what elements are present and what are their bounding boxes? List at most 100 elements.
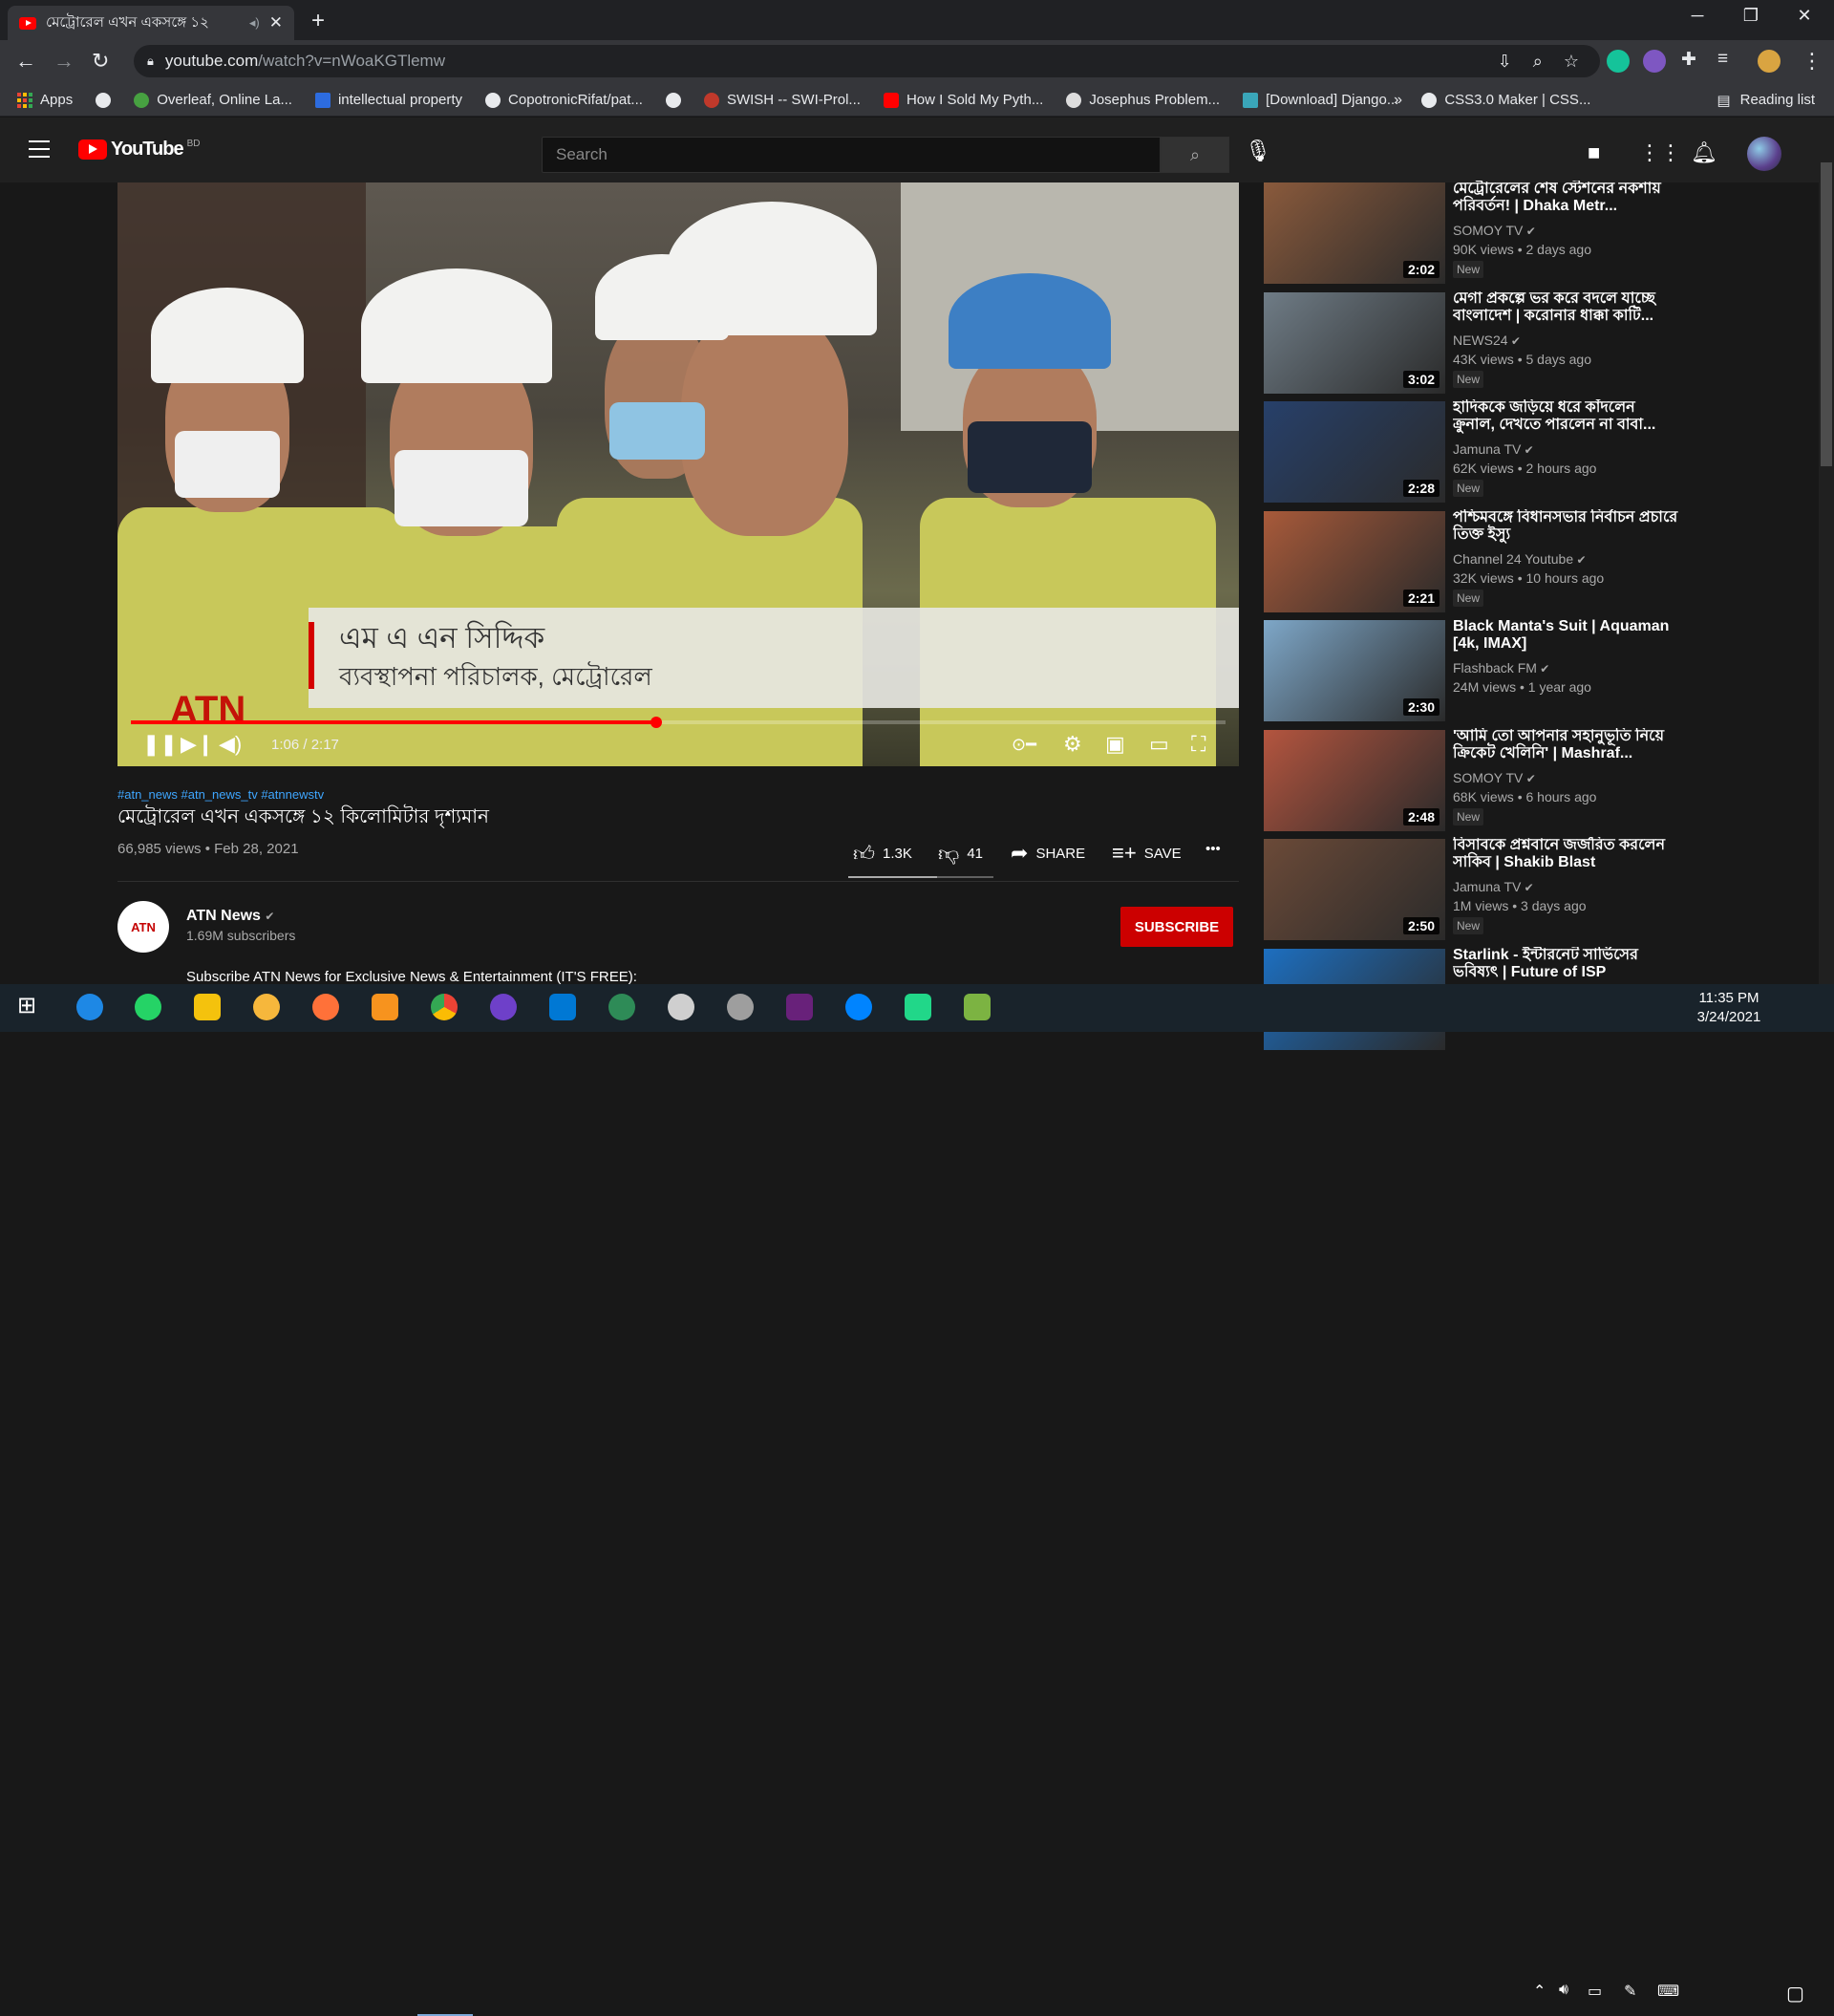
video-thumbnail[interactable]: 2:50 (1264, 839, 1445, 940)
microphone-icon[interactable]: 🎙︎ (1245, 139, 1271, 163)
reading-list-button[interactable]: ▤ Reading list (1717, 92, 1815, 109)
related-video-title[interactable]: পশ্চিমবঙ্গে বিধানসভার নির্বাচন প্রচারে ত… (1453, 509, 1678, 544)
pycharm-icon[interactable] (905, 994, 931, 1020)
related-video-item[interactable]: 2:02 মেট্রোরেলের শেষ স্টেশনের নকশায় পরিব… (1264, 181, 1684, 284)
network-tray-icon[interactable]: ▭ (1588, 1982, 1602, 2001)
app-icon[interactable] (253, 994, 280, 1020)
related-video-title[interactable]: Black Manta's Suit | Aquaman [4k, IMAX] (1453, 618, 1678, 653)
video-thumbnail[interactable]: 3:02 (1264, 291, 1445, 394)
app-icon[interactable] (668, 994, 694, 1020)
related-video-title[interactable]: হাদিককে জড়িয়ে ধরে কাঁদলেন ক্রুনাল, দেখ… (1453, 399, 1678, 434)
bookmark-globe[interactable] (96, 92, 112, 108)
messenger-icon[interactable] (845, 994, 872, 1020)
bookmarks-more-button[interactable]: » (1394, 92, 1402, 109)
related-video-channel[interactable]: Channel 24 Youtube ✔ (1453, 551, 1587, 567)
account-avatar[interactable] (1747, 137, 1781, 171)
bookmark-apps[interactable]: Apps (17, 92, 73, 108)
extension-icon[interactable] (1643, 50, 1666, 73)
media-control-icon[interactable]: ≡ (1717, 49, 1728, 70)
page-scrollbar-thumb[interactable] (1821, 162, 1832, 466)
autoplay-toggle[interactable]: ⊙━ (1012, 735, 1036, 755)
tab-audio-icon[interactable]: ◂) (249, 15, 260, 31)
apps-icon[interactable]: ⋮⋮ (1639, 140, 1681, 165)
video-player[interactable]: এম এ এন সিদ্দিক ব্যবস্থাপনা পরিচালক, মেট… (117, 182, 1239, 766)
bookmark-josephus[interactable]: Josephus Problem... (1066, 92, 1220, 108)
new-tab-button[interactable]: + (311, 8, 325, 34)
maximize-button[interactable]: ❐ (1729, 6, 1773, 26)
star-icon[interactable]: ☆ (1564, 52, 1579, 72)
theater-mode-icon[interactable]: ▭ (1149, 732, 1169, 757)
youtube-logo[interactable]: YouTube BD (78, 139, 200, 161)
grammarly-extension-icon[interactable] (1607, 50, 1630, 73)
github-desktop-icon[interactable] (490, 994, 517, 1020)
zoom-icon[interactable]: ⌕ (1533, 52, 1543, 72)
system-clock[interactable]: 11:35 PM 3/24/2021 (1691, 989, 1767, 1027)
video-thumbnail[interactable]: 2:21 (1264, 510, 1445, 612)
app-icon[interactable] (964, 994, 991, 1020)
extensions-puzzle-icon[interactable]: ✚ (1681, 49, 1696, 71)
url-field[interactable]: 🔒︎ youtube.com/watch?v=nWoaKGTlemw ⇩ ⌕ ☆ (134, 45, 1600, 77)
bookmark-globe-2[interactable] (665, 92, 681, 108)
next-icon[interactable]: ▶❙ (181, 732, 214, 757)
pause-icon[interactable]: ❚❚ (142, 732, 178, 757)
volume-icon[interactable]: ◀) (219, 732, 242, 757)
related-video-item[interactable]: 2:50 বিসাবকে প্রশ্নবানে জর্জরিত করলেন সাক… (1264, 837, 1684, 940)
chrome-icon[interactable] (431, 994, 458, 1020)
like-button[interactable]: 👍︎ 1.3K (853, 841, 912, 867)
hashtags[interactable]: #atn_news #atn_news_tv #atnnewstv (117, 787, 324, 802)
related-video-title[interactable]: 'আমি তো আপনার সহানুভূতি নিয়ে ক্রিকেট খে… (1453, 728, 1678, 762)
create-video-icon[interactable]: ■ (1588, 140, 1600, 165)
more-actions-button[interactable]: ••• (1205, 841, 1221, 857)
tray-chevron-icon[interactable]: ⌃ (1533, 1982, 1546, 2001)
file-explorer-icon[interactable] (194, 994, 221, 1020)
close-window-button[interactable]: ✕ (1782, 6, 1826, 26)
related-video-title[interactable]: Starlink - ইন্টারনেট সার্ভিসের ভবিষ্যৎ |… (1453, 947, 1678, 981)
bookmark-django[interactable]: [Download] Django... (1243, 92, 1398, 108)
related-video-channel[interactable]: Jamuna TV ✔ (1453, 441, 1534, 457)
fullscreen-icon[interactable]: ⛶ (1191, 732, 1205, 757)
reload-icon[interactable]: ↻ (92, 49, 109, 74)
search-button[interactable]: ⌕ (1161, 137, 1229, 173)
related-video-channel[interactable]: SOMOY TV ✔ (1453, 223, 1536, 238)
install-icon[interactable]: ⇩ (1498, 52, 1512, 72)
tab-close-icon[interactable]: ✕ (269, 13, 283, 32)
windows-start-icon[interactable]: ⊞ (17, 992, 44, 1019)
video-thumbnail[interactable]: 2:48 (1264, 729, 1445, 831)
search-input[interactable]: Search (542, 137, 1161, 173)
related-video-item[interactable]: 3:02 মেগা প্রকল্পে ভর করে বদলে যাচ্ছে বাং… (1264, 290, 1684, 394)
video-thumbnail[interactable]: 2:02 (1264, 182, 1445, 284)
browser-tab[interactable]: মেট্রোরেল এখন একসঙ্গে ১২ ◂) ✕ (8, 6, 294, 40)
menu-icon[interactable]: ⋮ (1802, 49, 1823, 74)
whatsapp-icon[interactable] (135, 994, 161, 1020)
notifications-bell-icon[interactable]: 🔔︎ (1691, 140, 1717, 165)
share-button[interactable]: ➦ SHARE (1011, 841, 1085, 866)
app-icon[interactable] (727, 994, 754, 1020)
bookmark-intellectual-property[interactable]: intellectual property (314, 92, 462, 108)
forward-icon[interactable]: → (53, 49, 75, 74)
app-icon[interactable] (372, 994, 398, 1020)
pen-tray-icon[interactable]: ✎ (1624, 1982, 1636, 2001)
miniplayer-icon[interactable]: ▣ (1105, 732, 1125, 757)
video-thumbnail[interactable]: 2:28 (1264, 401, 1445, 503)
visual-studio-icon[interactable] (786, 994, 813, 1020)
back-icon[interactable]: ← (15, 49, 36, 74)
channel-name[interactable]: ATN News ✔ (186, 908, 274, 925)
related-video-channel[interactable]: Flashback FM ✔ (1453, 660, 1549, 676)
scrubber-handle[interactable] (650, 717, 663, 728)
related-video-title[interactable]: মেট্রোরেলের শেষ স্টেশনের নকশায় পরিবর্তন… (1453, 181, 1678, 215)
channel-avatar[interactable]: ATN (117, 901, 169, 953)
volume-tray-icon[interactable]: 🔊︎ (1559, 1982, 1568, 1999)
related-video-item[interactable]: 2:48 'আমি তো আপনার সহানুভূতি নিয়ে ক্রিকে… (1264, 728, 1684, 831)
app-icon[interactable] (76, 994, 103, 1020)
hamburger-menu-icon[interactable] (29, 140, 50, 158)
bookmark-swish[interactable]: SWISH -- SWI-Prol... (703, 92, 861, 108)
related-video-channel[interactable]: NEWS24 ✔ (1453, 332, 1521, 348)
related-video-title[interactable]: মেগা প্রকল্পে ভর করে বদলে যাচ্ছে বাংলাদে… (1453, 290, 1678, 325)
video-thumbnail[interactable]: 2:30 (1264, 620, 1445, 721)
bookmark-css-maker[interactable]: CSS3.0 Maker | CSS... (1421, 92, 1590, 108)
settings-gear-icon[interactable]: ⚙ (1063, 732, 1082, 757)
notifications-tray-icon[interactable]: ▢ (1786, 1982, 1804, 2005)
lock-icon[interactable]: 🔒︎ (147, 54, 154, 69)
firefox-icon[interactable] (312, 994, 339, 1020)
app-icon[interactable] (608, 994, 635, 1020)
